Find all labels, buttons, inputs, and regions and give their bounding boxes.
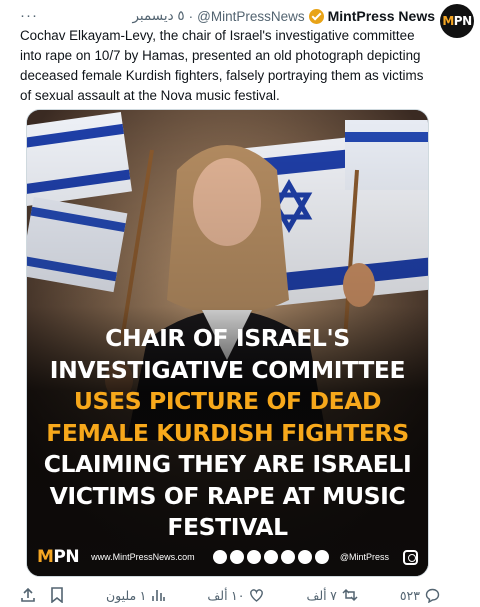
bookmark-button[interactable]: [50, 587, 64, 603]
like-button[interactable]: ١٠ ألف: [207, 588, 264, 603]
share-icon: [246, 550, 261, 564]
share-icon: [21, 587, 35, 602]
avatar[interactable]: MPN: [440, 4, 474, 38]
author-name[interactable]: MintPress News: [328, 8, 435, 24]
twitter-icon: [314, 550, 329, 564]
caption-line-2: INVESTIGATIVE COMMITTEE: [49, 355, 406, 384]
tweet-text: Cochav Elkayam-Levy, the chair of Israel…: [20, 28, 424, 103]
views-count: ١ مليون: [105, 588, 147, 603]
mintpress-logo-icon: MPN: [442, 14, 472, 28]
tweet-date[interactable]: ٥ ديسمبر: [132, 8, 184, 24]
verified-badge-icon: [308, 8, 324, 24]
caption-line-5: CLAIMING THEY ARE ISRAELI: [43, 450, 412, 478]
telegram-icon: [263, 550, 278, 564]
mint-icon: [212, 550, 227, 564]
retweet-icon: [342, 588, 358, 602]
caption-line-3: USES PICTURE OF DEAD: [73, 387, 382, 415]
retweet-button[interactable]: ٧ ألف: [306, 588, 358, 603]
instagram-icon: [403, 549, 418, 565]
reply-icon: [425, 588, 440, 603]
meta-separator: ·: [188, 8, 194, 24]
views-icon: [152, 590, 166, 601]
youtube-icon: [280, 550, 295, 564]
heart-icon: [250, 589, 264, 602]
image-caption: CHAIR OF ISRAEL'S INVESTIGATIVE COMMITTE…: [27, 323, 428, 544]
tiktok-icon: [297, 550, 312, 564]
replies-count: ٥٢٣: [399, 588, 420, 603]
mintpress-footer-logo-icon: MPN: [37, 547, 80, 567]
social-icons: [212, 550, 329, 564]
author-handle[interactable]: @MintPressNews: [197, 9, 304, 24]
tweet-meta: ٥ ديسمبر · @MintPressNews MintPress News: [132, 8, 435, 24]
retweets-count: ٧ ألف: [306, 588, 337, 603]
image-footer: MPN www.MintPressNews.com @MintPress: [27, 538, 428, 576]
tweet-actions: ١ مليون ١٠ ألف ٧ ألف ٥٢٣: [20, 585, 440, 605]
more-options-icon[interactable]: ···: [20, 8, 38, 23]
tweet-media-image[interactable]: CHAIR OF ISRAEL'S INVESTIGATIVE COMMITTE…: [26, 109, 429, 577]
share-button[interactable]: [20, 587, 36, 603]
caption-line-6: VICTIMS OF RAPE AT MUSIC: [49, 481, 406, 510]
views-button[interactable]: ١ مليون: [105, 588, 166, 603]
footer-website: www.MintPressNews.com: [91, 552, 195, 562]
caption-line-1: CHAIR OF ISRAEL'S: [105, 324, 350, 352]
tweet-header: ··· ٥ ديسمبر · @MintPressNews MintPress …: [20, 6, 435, 26]
reply-button[interactable]: ٥٢٣: [400, 588, 440, 603]
caption-line-4: FEMALE KURDISH FIGHTERS: [46, 418, 409, 447]
rumble-icon: [229, 550, 244, 564]
footer-handle: @MintPress: [339, 552, 389, 562]
bookmark-icon: [51, 587, 63, 603]
likes-count: ١٠ ألف: [207, 588, 245, 603]
